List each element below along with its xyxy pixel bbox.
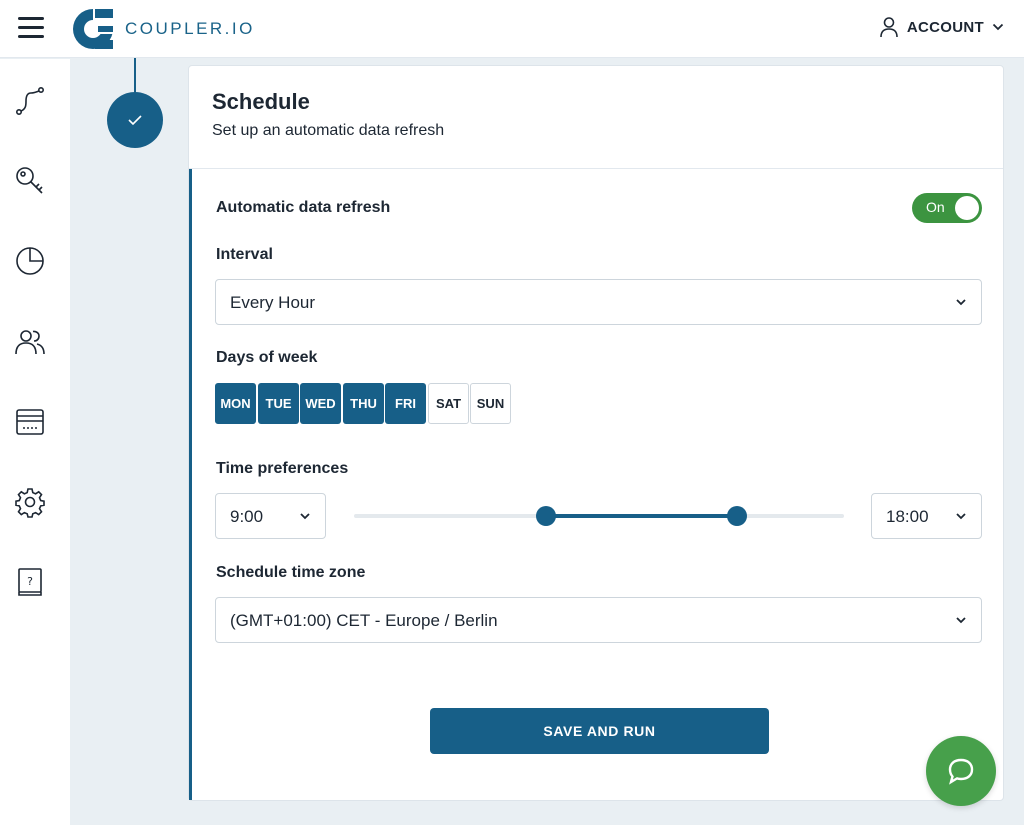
- start-time-value: 9:00: [230, 507, 264, 526]
- chat-bubble-icon: [948, 758, 974, 785]
- day-toggle-mon[interactable]: MON: [215, 383, 256, 424]
- chevron-down-icon: [956, 617, 966, 624]
- svg-text:?: ?: [27, 575, 33, 588]
- account-label: ACCOUNT: [906, 18, 984, 36]
- timezone-label: Schedule time zone: [216, 564, 366, 581]
- chat-support-button[interactable]: [926, 736, 996, 806]
- sidebar-item-reports[interactable]: [13, 244, 47, 278]
- menu-icon[interactable]: [16, 13, 46, 43]
- top-bar: COUPLER.IO ACCOUNT: [0, 0, 1024, 58]
- day-toggle-sun[interactable]: SUN: [470, 383, 511, 424]
- step-connector: [134, 58, 136, 94]
- gear-icon: [15, 488, 45, 518]
- coupler-logo-icon: [73, 9, 113, 49]
- schedule-form: Automatic data refresh On Interval Every…: [189, 169, 1003, 800]
- day-toggle-thu[interactable]: THU: [343, 383, 384, 424]
- toggle-knob: [955, 196, 979, 220]
- toggle-state-label: On: [926, 199, 945, 215]
- key-icon: [16, 167, 43, 194]
- logo[interactable]: COUPLER.IO: [71, 7, 255, 51]
- sidebar-item-team[interactable]: [13, 325, 47, 359]
- save-and-run-button[interactable]: SAVE AND RUN: [430, 708, 769, 754]
- day-toggle-fri[interactable]: FRI: [385, 383, 426, 424]
- timezone-value: (GMT+01:00) CET - Europe / Berlin: [230, 611, 498, 630]
- page-subtitle: Set up an automatic data refresh: [212, 122, 445, 139]
- day-toggle-sat[interactable]: SAT: [428, 383, 469, 424]
- logo-text: COUPLER.IO: [125, 19, 255, 38]
- timezone-select[interactable]: (GMT+01:00) CET - Europe / Berlin: [215, 597, 982, 643]
- sidebar-item-billing[interactable]: [13, 405, 47, 439]
- sidebar-item-connections[interactable]: [13, 164, 47, 198]
- schedule-header: Schedule Set up an automatic data refres…: [189, 66, 1003, 169]
- interval-select[interactable]: Every Hour: [215, 279, 982, 325]
- end-time-value: 18:00: [886, 507, 929, 526]
- end-time-select[interactable]: 18:00: [871, 493, 982, 539]
- page-title: Schedule: [212, 89, 310, 114]
- billing-card-icon: [16, 409, 44, 435]
- days-label: Days of week: [216, 349, 318, 366]
- auto-refresh-toggle[interactable]: On: [912, 193, 982, 223]
- account-menu[interactable]: ACCOUNT: [879, 14, 1004, 40]
- schedule-card: Schedule Set up an automatic data refres…: [188, 65, 1004, 801]
- interval-label: Interval: [216, 246, 273, 263]
- sidebar-item-dataflows[interactable]: [13, 84, 47, 118]
- time-range-slider[interactable]: [354, 506, 844, 526]
- time-range-fill: [545, 514, 738, 518]
- pie-chart-icon: [16, 247, 44, 275]
- chevron-down-icon: [956, 299, 966, 306]
- auto-refresh-label: Automatic data refresh: [216, 199, 391, 216]
- sidebar: ?: [0, 59, 70, 825]
- user-icon: [880, 17, 898, 38]
- end-time-handle[interactable]: [727, 506, 748, 526]
- time-preferences-label: Time preferences: [216, 460, 349, 477]
- route-icon: [15, 86, 44, 115]
- day-toggle-tue[interactable]: TUE: [258, 383, 299, 424]
- check-icon: [128, 115, 142, 126]
- interval-value: Every Hour: [230, 293, 316, 312]
- day-toggle-wed[interactable]: WED: [300, 383, 341, 424]
- help-book-icon: ?: [18, 568, 42, 596]
- users-icon: [15, 330, 45, 355]
- start-time-select[interactable]: 9:00: [215, 493, 326, 539]
- step-complete-indicator: [107, 92, 163, 148]
- sidebar-item-settings[interactable]: [13, 485, 47, 519]
- chevron-down-icon: [992, 23, 1004, 31]
- sidebar-item-help[interactable]: ?: [13, 565, 47, 599]
- chevron-down-icon: [956, 513, 966, 520]
- start-time-handle[interactable]: [535, 506, 556, 526]
- chevron-down-icon: [300, 513, 310, 520]
